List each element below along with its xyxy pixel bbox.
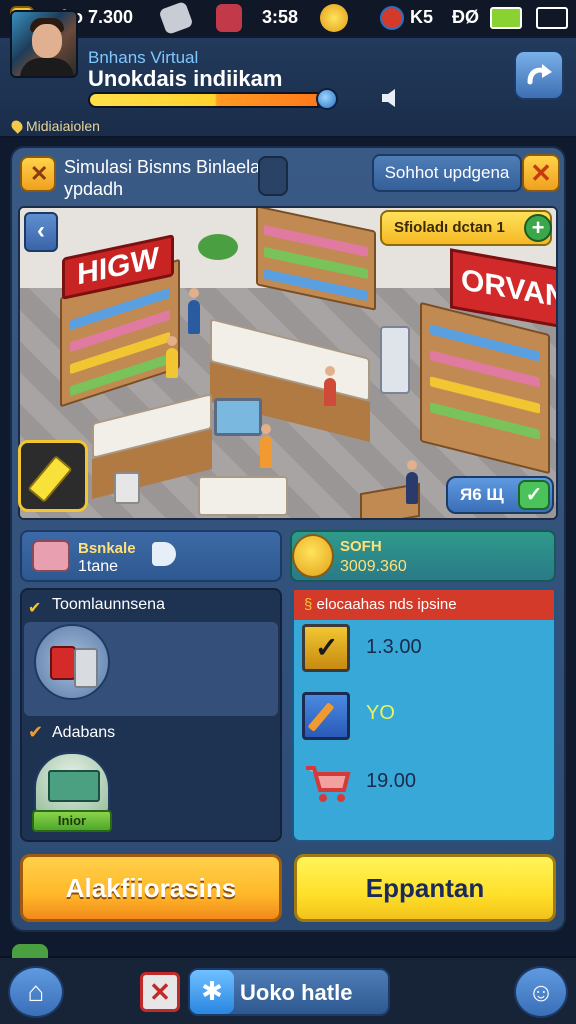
cube-icon <box>216 4 242 32</box>
trash-bin-icon <box>114 472 140 504</box>
highlighter-tool-button[interactable] <box>18 440 88 512</box>
scene-back-button[interactable]: ‹ <box>24 212 58 252</box>
leaf-icon <box>12 944 48 958</box>
header-title: Unokdais indiikam <box>88 66 283 91</box>
cart-icon[interactable] <box>304 762 352 804</box>
stat-right-label: SOFH <box>340 538 382 555</box>
stat-left-label: Bsnkale <box>78 540 136 557</box>
list-heading-2: Adabans <box>52 724 116 741</box>
customer-head <box>167 336 177 346</box>
home-button[interactable]: ⌂ <box>8 966 64 1018</box>
battery-icon <box>490 7 522 29</box>
signal-icon <box>380 6 404 30</box>
info-header-label: elocaahas nds ipsine <box>316 596 457 613</box>
info-header-icon: § <box>304 596 317 613</box>
list-heading-1: Toomlaunnsena <box>52 596 165 613</box>
store-scene[interactable]: HIGW ORVAN <box>18 206 558 520</box>
stat-right-value: 3009.360 <box>340 558 407 575</box>
box-icon <box>32 540 70 572</box>
redo-arrow-button[interactable] <box>514 50 564 100</box>
cashier-figure <box>324 378 336 406</box>
window-icon <box>536 7 568 29</box>
hand-icon <box>152 542 176 566</box>
freezer-icon[interactable] <box>34 752 110 814</box>
right-action-button[interactable]: Eppantan <box>294 854 556 922</box>
close-button[interactable]: ✕ <box>522 154 560 192</box>
money-bag-icon <box>292 534 334 578</box>
customer-figure <box>166 348 178 378</box>
xp-knob-icon[interactable] <box>316 88 338 110</box>
info-row-value: 1.3.00 <box>366 636 422 658</box>
tools-icon <box>20 156 56 192</box>
checkbox-icon[interactable] <box>302 624 350 672</box>
header-location: Midiaiaiolen <box>26 118 100 134</box>
list-item-tag[interactable]: Inior <box>32 810 112 832</box>
info-row-value: YO <box>366 702 395 724</box>
atm-machine <box>380 326 410 394</box>
customer-figure <box>406 472 418 504</box>
xp-progress-bar <box>88 92 326 108</box>
coin-icon <box>320 4 348 32</box>
volume-icon[interactable] <box>380 88 400 108</box>
update-button[interactable]: Sohhot updgena <box>372 154 522 192</box>
check-mark-icon: ✔ <box>28 722 44 742</box>
pencil-icon[interactable] <box>302 692 350 740</box>
avatar[interactable] <box>10 10 78 78</box>
cancel-tool-button[interactable]: ✕ <box>140 972 180 1012</box>
left-action-button[interactable]: Alakfiiorasins <box>20 854 282 922</box>
signal-label: K5 <box>410 7 434 27</box>
panel-title: Simulasi Bisnns Binlaela ypdadh <box>64 157 261 199</box>
customer-head <box>189 288 199 298</box>
check-mark-icon: ✔ <box>28 600 42 617</box>
shopping-cart-icon <box>214 398 262 436</box>
wrench-icon: ✱ <box>190 970 234 1014</box>
header-subtitle: Bnhans Virtual <box>88 48 199 67</box>
customer-head <box>261 424 271 434</box>
customer-figure <box>260 436 272 468</box>
status-time: 3:58 <box>262 7 299 27</box>
customer-figure <box>188 300 200 334</box>
check-icon[interactable]: ✓ <box>518 480 550 510</box>
redo-arrow-icon <box>527 64 552 85</box>
plant-icon <box>198 234 238 260</box>
xp-progress-fill <box>90 94 317 106</box>
battery-label: ÐØ <box>452 7 479 27</box>
panel-toggle-button[interactable] <box>258 156 288 196</box>
nav-pill-label: Uoko hatle <box>240 980 353 1005</box>
add-icon[interactable]: + <box>524 214 552 242</box>
customer-head <box>407 460 417 470</box>
cashier-head <box>325 366 335 376</box>
fire-extinguisher-icon <box>34 624 110 700</box>
stat-left-value: 1tane <box>78 558 119 575</box>
info-row-value: 19.00 <box>366 770 417 792</box>
profile-button[interactable]: ☺ <box>514 966 568 1018</box>
bottom-display <box>198 476 288 516</box>
info-header: § elocaahas nds ipsine <box>294 590 554 620</box>
